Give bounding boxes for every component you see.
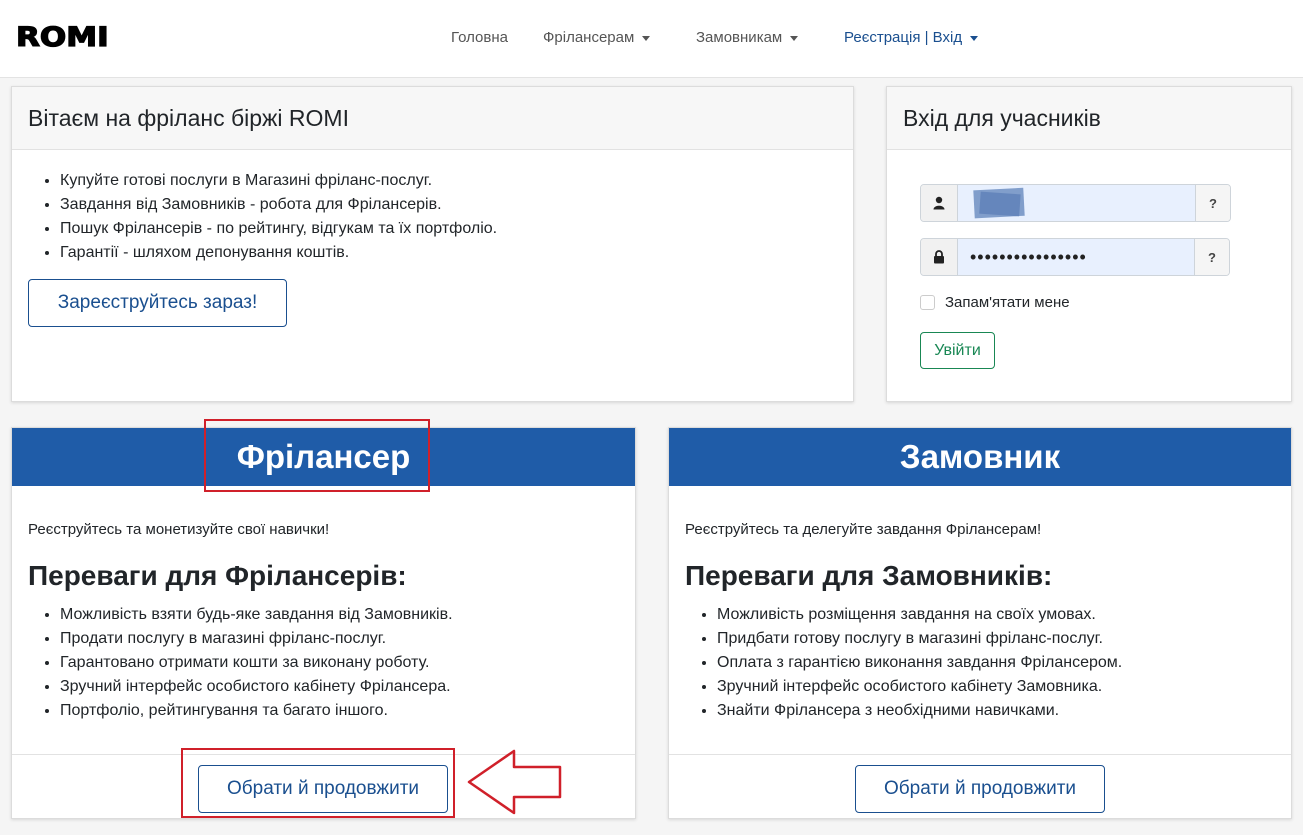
register-now-button[interactable]: Зареєструйтесь зараз! [28,279,287,327]
list-item: Зручний інтерфейс особистого кабінету Фр… [60,675,453,699]
login-submit-button[interactable]: Увійти [920,332,995,369]
caret-down-icon [642,36,651,41]
caret-down-icon [790,36,799,41]
list-item: Можливість розміщення завдання на своїх … [717,603,1122,627]
customer-benefits-list: Можливість розміщення завдання на своїх … [717,603,1122,723]
username-help-icon[interactable]: ? [1196,185,1230,221]
customer-intro: Реєструйтесь та делегуйте завдання Фріла… [685,521,1042,538]
annotation-highlight-freelancer-title [204,419,430,492]
customer-continue-button[interactable]: Обрати й продовжити [855,765,1105,813]
remember-me-label: Запам'ятати мене [945,294,1070,311]
redacted-username [973,187,1025,219]
caret-down-icon [970,36,979,41]
list-item: Зручний інтерфейс особистого кабінету За… [717,675,1122,699]
welcome-title: Вітаєм на фріланс біржі ROMI [28,105,349,131]
customer-card-footer: Обрати й продовжити [669,754,1291,818]
customer-card-header: Замовник [669,428,1291,486]
lock-icon [921,239,957,275]
list-item: Купуйте готові послуги в Магазині фрілан… [60,169,497,193]
nav-customers-label: Замовникам [696,29,783,46]
login-card-header: Вхід для учасників [887,87,1291,150]
list-item: Продати послугу в магазині фріланс-послу… [60,627,453,651]
password-field[interactable]: •••••••••••••••• [957,239,1195,275]
nav-customers-dropdown[interactable]: Замовникам [696,29,799,46]
nav-register-login-dropdown[interactable]: Реєстрація | Вхід [844,29,979,46]
welcome-card: Вітаєм на фріланс біржі ROMI Купуйте гот… [11,86,854,402]
site-logo[interactable]: ROMI [15,21,109,53]
list-item: Портфоліо, рейтингування та багато іншог… [60,699,453,723]
top-navbar: ROMI Головна Фрілансерам Замовникам Реєс… [0,0,1303,78]
login-card: Вхід для учасників ? •••••••••••••••• ? … [886,86,1292,402]
remember-me-row: Запам'ятати мене [920,294,1070,311]
list-item: Знайти Фрілансера з необхідними навичкам… [717,699,1122,723]
username-input-group: ? [920,184,1231,222]
list-item: Придбати готову послугу в магазині фріла… [717,627,1122,651]
nav-freelancers-label: Фрілансерам [543,29,635,46]
list-item: Гарантії - шляхом депонування коштів. [60,241,497,265]
customer-title: Замовник [899,438,1061,475]
remember-me-checkbox[interactable] [920,295,935,310]
user-icon [921,185,957,221]
password-help-icon[interactable]: ? [1195,239,1229,275]
nav-home[interactable]: Головна [451,29,508,46]
customer-benefits-title: Переваги для Замовників: [685,560,1053,591]
list-item: Оплата з гарантією виконання завдання Фр… [717,651,1122,675]
left-arrow-annotation [467,749,562,815]
list-item: Пошук Фрілансерів - по рейтингу, відгука… [60,217,497,241]
welcome-card-header: Вітаєм на фріланс біржі ROMI [12,87,853,150]
welcome-list: Купуйте готові послуги в Магазині фрілан… [60,169,497,265]
nav-home-label: Головна [451,29,508,46]
list-item: Завдання від Замовників - робота для Фрі… [60,193,497,217]
list-item: Гарантовано отримати кошти за виконану р… [60,651,453,675]
annotation-highlight-continue-button [181,748,455,818]
nav-register-login-label: Реєстрація | Вхід [844,29,963,46]
freelancer-benefits-title: Переваги для Фрілансерів: [28,560,407,591]
customer-card: Замовник Реєструйтесь та делегуйте завда… [668,427,1292,819]
login-title: Вхід для учасників [903,105,1101,131]
list-item: Можливість взяти будь-яке завдання від З… [60,603,453,627]
username-field[interactable] [957,185,1196,221]
password-input-group: •••••••••••••••• ? [920,238,1230,276]
freelancer-intro: Реєструйтесь та монетизуйте свої навички… [28,521,330,538]
freelancer-benefits-list: Можливість взяти будь-яке завдання від З… [60,603,453,723]
nav-freelancers-dropdown[interactable]: Фрілансерам [543,29,651,46]
